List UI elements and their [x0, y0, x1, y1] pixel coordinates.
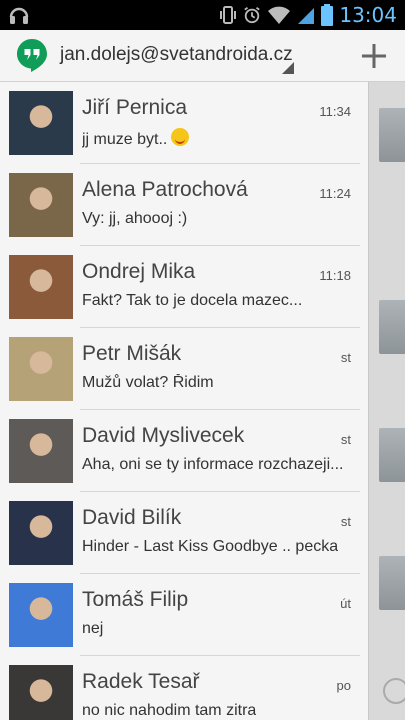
message-preview-text: Vy: jj, ahoooj :) [82, 210, 188, 227]
conversation-row[interactable]: Ondrej Mika 11:18 Fakt? Tak to je docela m… [0, 246, 368, 328]
side-panel[interactable] [368, 82, 405, 720]
conversation-row[interactable]: Petr Mišák st Mužů volat? Řidim [0, 328, 368, 410]
avatar [9, 419, 73, 483]
conversation-row[interactable]: Radek Tesař po no nic nahodim tam zitra [0, 656, 368, 720]
message-preview: no nic nahodim tam zitra [82, 702, 256, 720]
avatar [9, 337, 73, 401]
message-preview: Hinder - Last Kiss Goodbye .. pecka [82, 538, 338, 556]
avatar [9, 173, 73, 237]
side-avatar [379, 108, 405, 162]
avatar [9, 583, 73, 647]
message-preview: Mužů volat? Řidim [82, 374, 214, 392]
avatar [9, 255, 73, 319]
message-time: st [340, 514, 351, 529]
hangouts-icon[interactable] [16, 38, 48, 72]
contact-name: Petr Mišák [82, 342, 182, 365]
message-preview: Aha, oni se ty informace rozchazeji... [82, 456, 343, 474]
contact-name: David Bilík [82, 506, 182, 529]
status-time: 13:04 [339, 3, 397, 27]
avatar [9, 665, 73, 720]
avatar [9, 91, 73, 155]
add-conversation-button[interactable] [356, 38, 392, 74]
message-time: 11:34 [319, 104, 351, 119]
conversation-list: Jiří Pernica 11:34 jj muze byt.. Alena Patr… [0, 82, 368, 720]
message-preview: Fakt? Tak to je docela mazec... [82, 292, 302, 310]
message-preview-text: jj muze byt.. [82, 131, 168, 148]
wifi-icon [268, 6, 291, 24]
message-time: 11:18 [319, 268, 351, 283]
message-preview: Vy: jj, ahoooj :) [82, 210, 187, 228]
dropdown-arrow-icon[interactable] [282, 62, 294, 74]
message-time: út [340, 596, 351, 611]
contact-name: Alena Patrochová [82, 178, 248, 201]
side-avatar [379, 556, 405, 610]
contact-name: Ondrej Mika [82, 260, 196, 283]
emoji-icon[interactable] [383, 678, 405, 704]
side-avatar [379, 300, 405, 354]
conversation-row[interactable]: David Myslivecek st Aha, oni se ty informa… [0, 410, 368, 492]
side-avatar [379, 428, 405, 482]
message-time: st [340, 432, 351, 447]
conversation-row[interactable]: David Bilík st Hinder - Last Kiss Goodbye … [0, 492, 368, 574]
vibrate-icon [220, 6, 237, 24]
contact-name: Radek Tesař [82, 670, 200, 693]
status-icons: 13:04 [219, 3, 397, 27]
contact-name: Jiří Pernica [82, 96, 188, 119]
message-preview-text: Fakt? Tak to je docela mazec... [82, 292, 303, 309]
message-preview-text: Aha, oni se ty informace rozchazeji... [82, 456, 344, 473]
message-time: st [340, 350, 351, 365]
conversation-row[interactable]: Tomáš Filip út nej [0, 574, 368, 656]
headphones-icon [8, 4, 30, 31]
account-selector[interactable]: jan.dolejs@svetandroida.cz [60, 44, 293, 66]
message-preview: jj muze byt.. [82, 128, 190, 149]
message-preview: nej [82, 620, 103, 638]
message-time: po [336, 678, 351, 693]
contact-name: Tomáš Filip [82, 588, 189, 611]
message-preview-text: Hinder - Last Kiss Goodbye .. pecka [82, 538, 339, 555]
message-preview-text: Mužů volat? Řidim [82, 374, 214, 391]
contact-name: David Myslivecek [82, 424, 245, 447]
signal-icon [298, 8, 315, 24]
avatar [9, 501, 73, 565]
smiley-emoji-icon [171, 128, 190, 146]
status-bar: 13:04 [0, 0, 405, 30]
conversation-row[interactable]: Jiří Pernica 11:34 jj muze byt.. [0, 82, 368, 164]
message-time: 11:24 [319, 186, 351, 201]
alarm-icon [244, 7, 261, 24]
battery-icon [321, 4, 334, 26]
message-preview-text: no nic nahodim tam zitra [82, 702, 257, 719]
message-preview-text: nej [82, 620, 104, 637]
conversation-row[interactable]: Alena Patrochová 11:24 Vy: jj, ahoooj :) [0, 164, 368, 246]
action-bar: jan.dolejs@svetandroida.cz [0, 30, 405, 82]
